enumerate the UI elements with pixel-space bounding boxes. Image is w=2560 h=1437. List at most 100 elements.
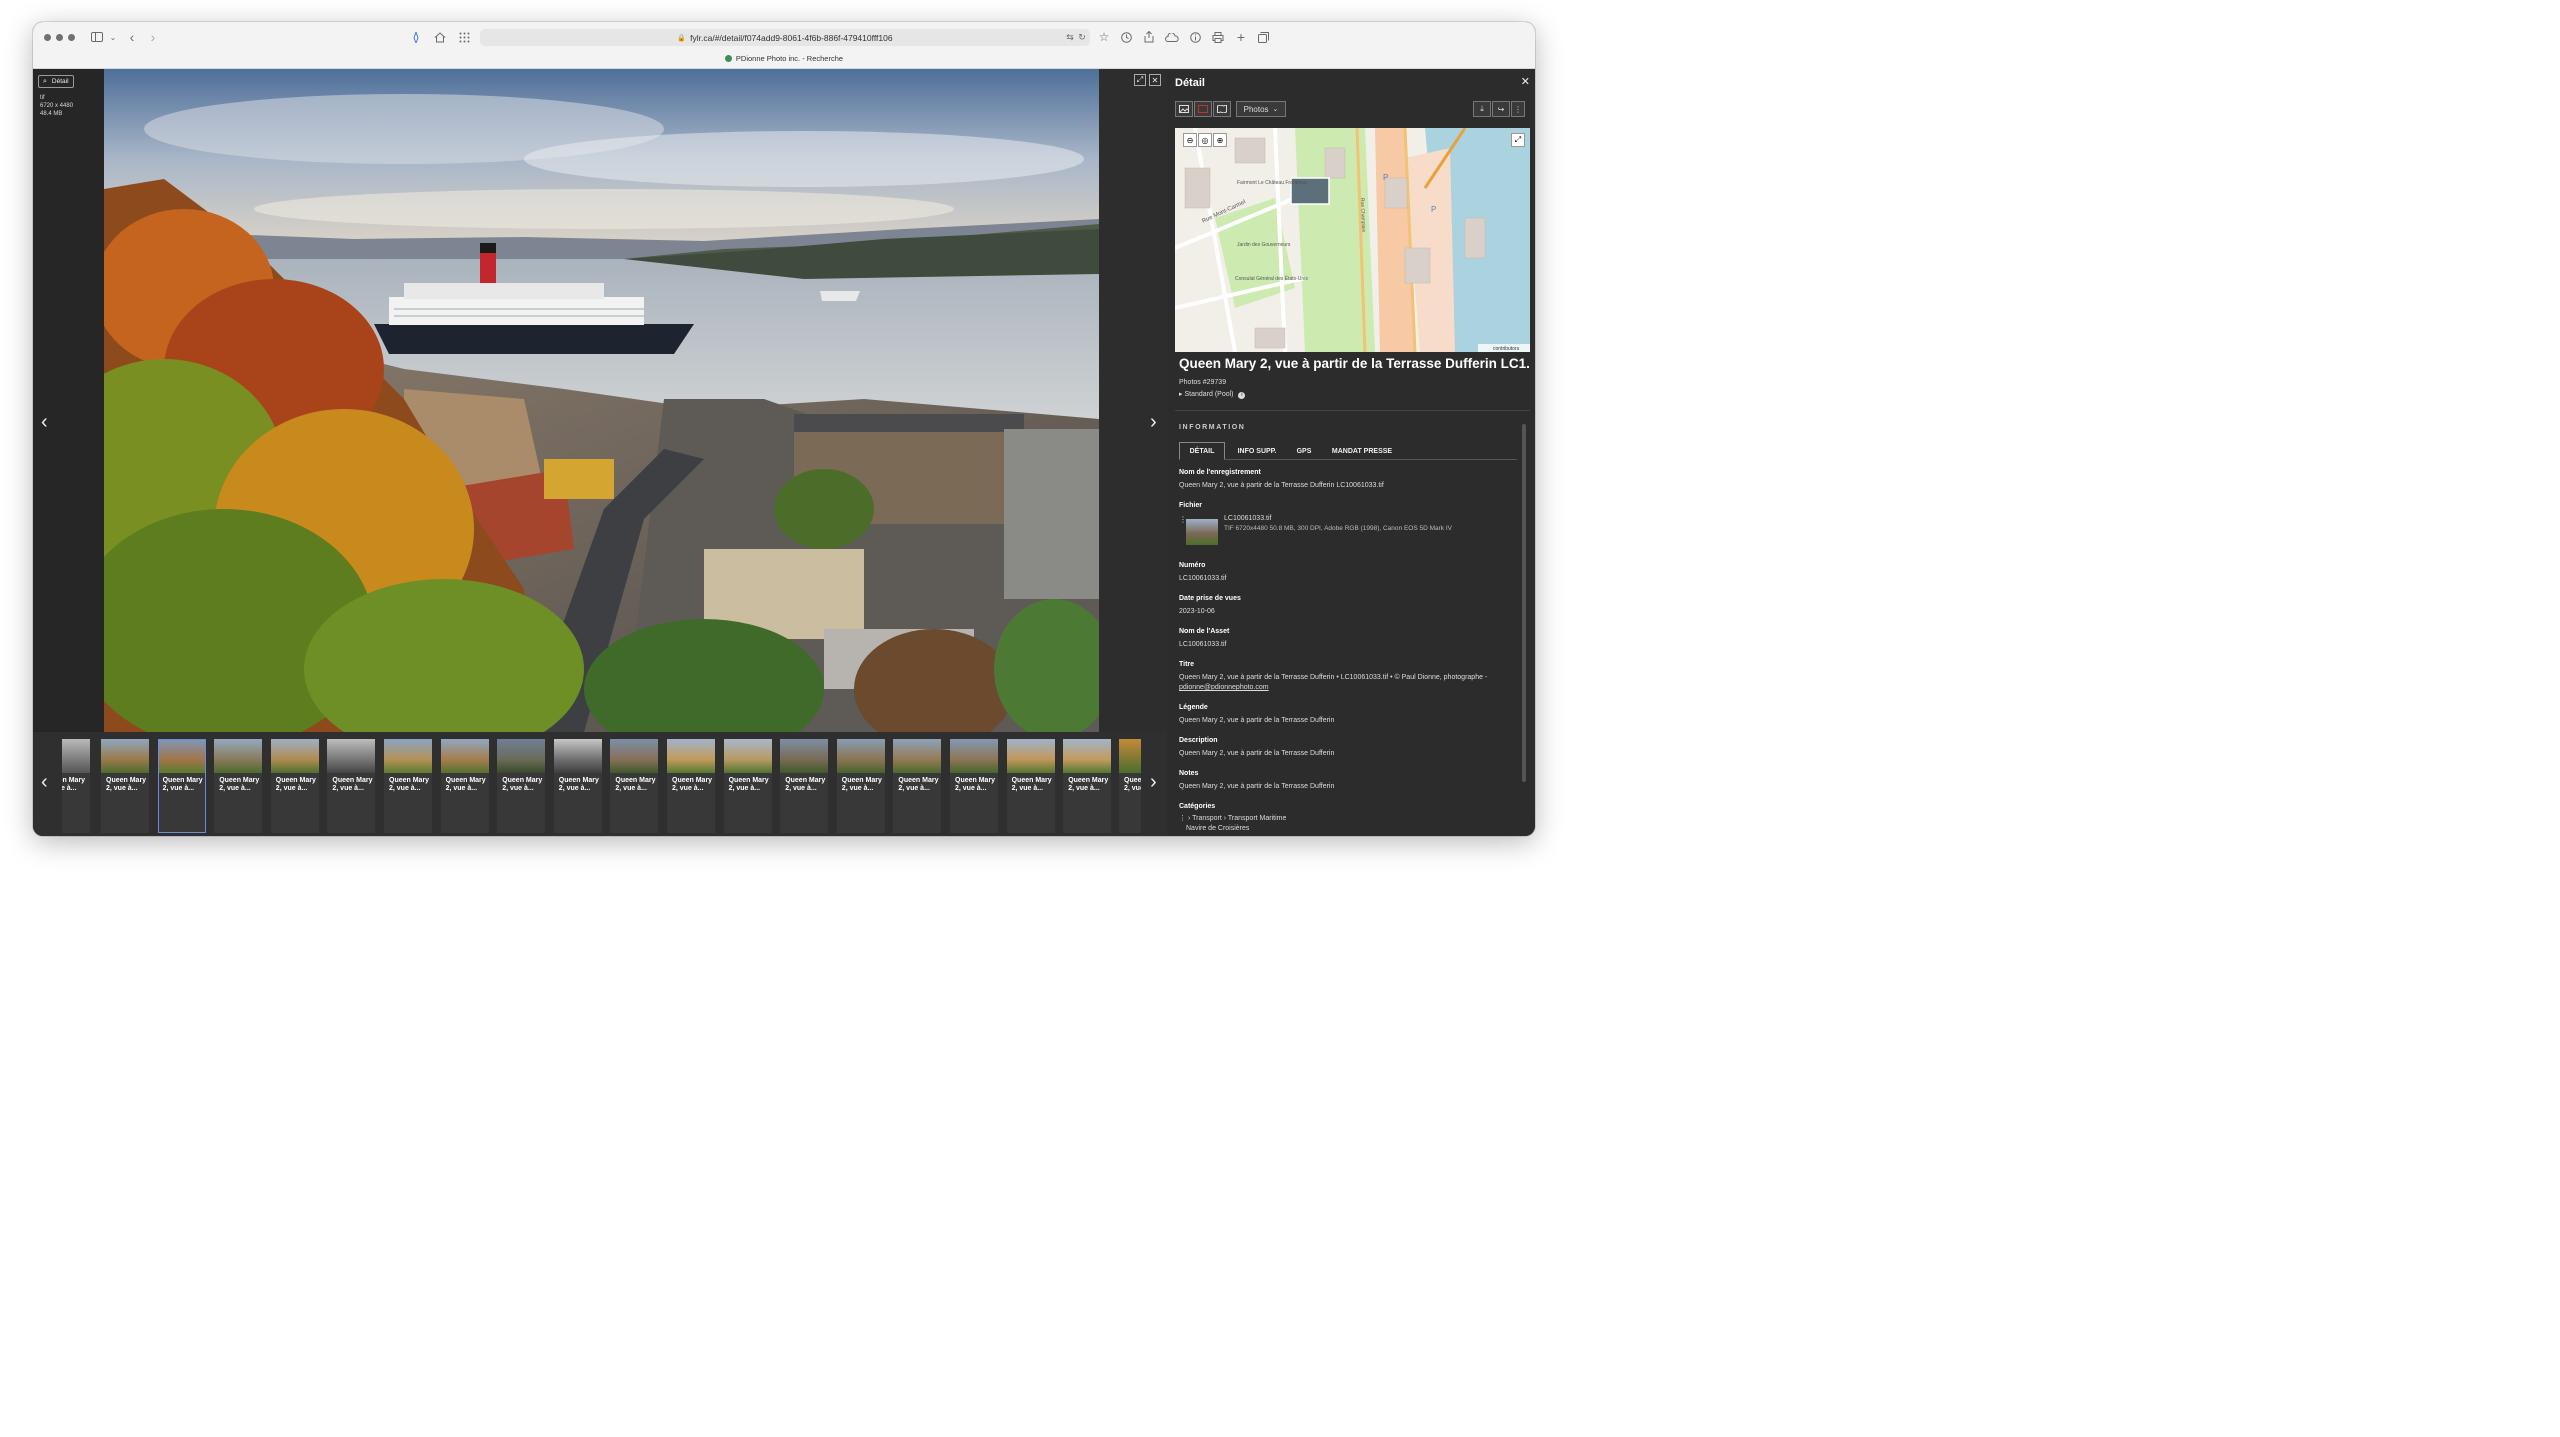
- thumbnail-item[interactable]: Queen Mary 2, vue à...: [950, 739, 998, 833]
- file-thumbnail[interactable]: [1186, 519, 1218, 545]
- thumbnail-label: Queen Mary 2, vue à...: [955, 777, 996, 792]
- next-image-arrow[interactable]: ›: [1150, 412, 1157, 432]
- location-map[interactable]: Rue Mont-Carmel Jardin des Gouverneurs C…: [1175, 128, 1530, 352]
- pool-info[interactable]: ▸ Standard (Pool) i: [1179, 390, 1246, 399]
- info-icon[interactable]: [1188, 29, 1202, 45]
- tab-detail[interactable]: DÉTAIL: [1179, 442, 1225, 460]
- download-icon: ⤓: [1480, 104, 1484, 113]
- cloud-icon[interactable]: [1164, 29, 1180, 45]
- thumbnail-label: Queen Mary 2, vue à...: [841, 777, 882, 792]
- thumbnail-image: [440, 739, 489, 773]
- image-metadata: tif 6720 x 4480 48.4 MB: [40, 94, 73, 118]
- category-path[interactable]: ⋮ › Transport › Transport Maritime: [1179, 814, 1514, 824]
- thumbnail-label: Queen Mary 2, vue à...: [1011, 777, 1052, 792]
- map-label-consulat: Consulat Général des États-Unis: [1235, 275, 1308, 282]
- thumbnail-label: Queen Mary 2, vue à...: [445, 777, 486, 792]
- thumbnail-item[interactable]: Queen Mary 2, vue à...: [780, 739, 829, 833]
- history-icon[interactable]: [1119, 29, 1133, 45]
- info-circle-icon[interactable]: i: [1238, 392, 1246, 399]
- thumbnail-item[interactable]: Queen Mary 2, vue à...: [214, 739, 263, 833]
- thumbnail-item[interactable]: Queen Mary 2, vue à...: [723, 739, 772, 833]
- thumbnail-strip: ‹ › Queen Mary 2, vue à... Queen Mary 2,…: [33, 732, 1167, 836]
- more-options-button[interactable]: ⋮: [1511, 101, 1525, 117]
- share-icon[interactable]: [1142, 29, 1156, 45]
- tab-gps[interactable]: GPS: [1289, 442, 1319, 460]
- bookmark-star-icon[interactable]: ☆: [1097, 29, 1111, 45]
- thumbnail-item[interactable]: Queen Mary 2, vue à...: [610, 739, 659, 833]
- thumbnail-image: [667, 739, 715, 773]
- thumbnail-item[interactable]: Queen Mary 2, vue à...: [1006, 739, 1055, 833]
- map-zoom-in-icon[interactable]: ⊕: [1213, 133, 1227, 147]
- thumbnail-label: Queen Mary 2, vue à...: [898, 777, 939, 792]
- thumbnail-item[interactable]: Queen Mary 2, vue à...: [836, 739, 885, 833]
- thumbnail-label: Queen Mary 2, vue à...: [672, 777, 713, 792]
- tab-mandat-presse[interactable]: MANDAT PRESSE: [1325, 442, 1399, 460]
- email-link[interactable]: pdionne@pdionnephoto.com: [1179, 683, 1514, 693]
- thumbnail-item[interactable]: Queen Mary 2, vue à...: [384, 739, 432, 833]
- tab-overview-icon[interactable]: [1256, 29, 1270, 45]
- thumbnail-item[interactable]: Queen Mary 2, vue à...: [667, 739, 715, 833]
- map-locate-icon[interactable]: ◎: [1198, 133, 1212, 147]
- thumbnail-item[interactable]: Queen Mary 2, vue à...: [497, 739, 546, 833]
- share-button[interactable]: ↪: [1492, 101, 1510, 117]
- back-icon[interactable]: ‹: [127, 29, 137, 45]
- panel-scrollbar[interactable]: [1522, 424, 1526, 782]
- thumbnail-item[interactable]: Queen Mary 2, vue à...: [327, 739, 376, 833]
- category-leaf: Navire de Croisières: [1186, 825, 1250, 832]
- map-parking-icon-2: P: [1431, 205, 1436, 214]
- expand-icon[interactable]: ⤢: [1134, 74, 1146, 86]
- apps-grid-icon[interactable]: [457, 29, 471, 45]
- close-window-dot[interactable]: [44, 34, 51, 41]
- field-label-titre: Titre: [1179, 661, 1195, 668]
- thumbnail-item[interactable]: Queen Mary 2, vue à...: [440, 739, 489, 833]
- browser-tab[interactable]: PDionne Photo inc. - Recherche: [33, 54, 1535, 63]
- detail-toggle-label: Détail: [51, 78, 69, 85]
- print-icon[interactable]: [1211, 29, 1225, 45]
- field-label-legende: Légende: [1179, 704, 1208, 711]
- thumbnail-image: [553, 739, 602, 773]
- download-button[interactable]: ⤓: [1473, 101, 1491, 117]
- thumbnail-item[interactable]: Queen Mary 2, vue à...: [893, 739, 942, 833]
- video-view-button[interactable]: [1194, 101, 1212, 117]
- extension-icon[interactable]: [410, 29, 422, 45]
- information-heading: INFORMATION: [1179, 424, 1246, 431]
- main-photo[interactable]: [104, 69, 1099, 732]
- home-icon[interactable]: [433, 29, 447, 45]
- minimize-window-dot[interactable]: [56, 34, 63, 41]
- photos-dropdown[interactable]: Photos ⌄: [1236, 101, 1286, 117]
- address-bar[interactable]: 🔒 fylr.ca/#/detail/f074add9-8061-4f6b-88…: [480, 29, 1090, 46]
- new-tab-icon[interactable]: +: [1234, 29, 1248, 45]
- close-viewer-icon[interactable]: ✕: [1149, 74, 1161, 86]
- image-format: tif: [40, 95, 45, 101]
- thumbnail-item[interactable]: Queen Mary 2, vue à...: [101, 739, 149, 833]
- thumbnail-partial-left[interactable]: Queen Mary 2, vue à...: [62, 739, 90, 833]
- thumbnail-item[interactable]: Queen Mary 2, vue à...: [553, 739, 602, 833]
- zoom-window-dot[interactable]: [68, 34, 75, 41]
- previous-image-arrow[interactable]: ‹: [41, 412, 48, 432]
- reload-icon[interactable]: ↻: [1077, 29, 1087, 45]
- close-panel-icon[interactable]: ✕: [1521, 75, 1530, 88]
- thumbnail-partial-right[interactable]: Queen Mary 2, vue à...: [1119, 739, 1141, 833]
- chevron-down-icon[interactable]: ⌄: [109, 29, 117, 45]
- tab-info-supp[interactable]: INFO SUPP.: [1229, 442, 1285, 460]
- thumbnail-item[interactable]: Queen Mary 2, vue à...: [270, 739, 319, 833]
- map-fullscreen-icon[interactable]: ⤢: [1511, 133, 1525, 147]
- translate-icon[interactable]: ⇆: [1064, 29, 1076, 45]
- strip-prev-arrow[interactable]: ‹: [41, 772, 48, 792]
- map-view-button[interactable]: [1213, 101, 1231, 117]
- thumbnail-image: [893, 739, 942, 773]
- thumbnail-image: [214, 739, 263, 773]
- thumbnail-item[interactable]: Queen Mary 2, vue à...: [157, 739, 206, 833]
- forward-icon[interactable]: ›: [148, 29, 158, 45]
- detail-toggle-button[interactable]: ⌕ Détail: [38, 75, 74, 88]
- map-zoom-out-icon[interactable]: ⊖: [1183, 133, 1197, 147]
- strip-next-arrow[interactable]: ›: [1150, 772, 1157, 792]
- thumbnail-label: Queen Mary 2, vue à...: [275, 777, 316, 792]
- image-size: 48.4 MB: [40, 111, 63, 117]
- sidebar-toggle-icon[interactable]: [90, 29, 104, 45]
- image-view-button[interactable]: [1175, 101, 1193, 117]
- thumbnail-label: Queen Mary 2, vue à...: [332, 777, 373, 792]
- thumbnail-image: [270, 739, 319, 773]
- video-icon: [1198, 105, 1208, 113]
- thumbnail-item[interactable]: Queen Mary 2, vue à...: [1063, 739, 1112, 833]
